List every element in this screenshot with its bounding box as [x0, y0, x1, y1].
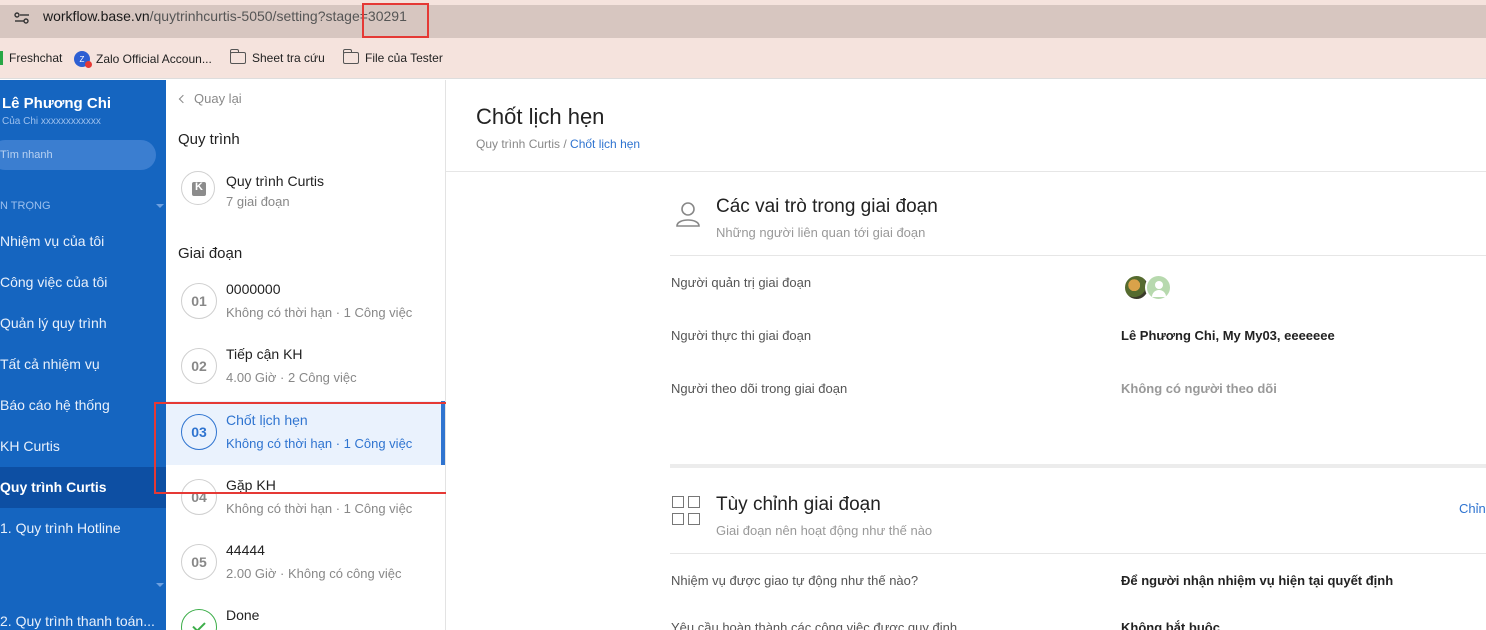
section-divider: [670, 553, 1486, 554]
sidebar-item-kh-curtis[interactable]: KH Curtis: [0, 426, 166, 467]
customize-section-subtitle: Giai đoạn nên hoạt động như thế nào: [716, 523, 933, 538]
browser-address-bar: workflow.base.vn/quytrinhcurtis-5050/set…: [0, 0, 1486, 44]
required-tasks-label: Yêu cầu hoàn thành các công việc được qu…: [671, 620, 958, 630]
stage-title: 0000000: [226, 281, 281, 297]
required-tasks-value: Không bắt buộc: [1121, 620, 1220, 630]
check-icon: [181, 609, 217, 630]
workflow-title[interactable]: Quy trình Curtis: [226, 173, 324, 189]
stage-annotation-box: [154, 402, 478, 494]
stage-admin-label: Người quản trị giai đoạn: [671, 275, 812, 290]
bookmark-label: Freshchat: [9, 51, 63, 65]
freshchat-icon: [0, 51, 3, 65]
stage-number: 01: [181, 283, 217, 319]
stage-item[interactable]: 01 0000000 Không có thời hạn · 1 Công vi…: [166, 270, 445, 334]
stage-number: 05: [181, 544, 217, 580]
stage-title: Tiếp cận KH: [226, 346, 303, 362]
bookmark-label: Sheet tra cứu: [252, 51, 325, 65]
stage-meta: Không có thời hạn · 1 Công việc: [226, 501, 413, 516]
sidebar-item-bao-cao-he-thong[interactable]: Báo cáo hệ thống: [0, 385, 166, 426]
stage-meta: 2.00 Giờ · Không có công việc: [226, 566, 402, 581]
sidebar-item-nhiem-vu-cua-toi[interactable]: Nhiệm vụ của tôi: [0, 221, 166, 262]
stage-list-panel: Quay lại Quy trình Quy trình Curtis 7 gi…: [166, 80, 446, 630]
sidebar-item-tat-ca-nhiem-vu[interactable]: Tất cả nhiệm vụ: [0, 344, 166, 385]
url-annotation-box: [362, 3, 429, 38]
edit-link[interactable]: Chỉn: [1459, 501, 1486, 516]
user-subtitle: Của Chi xxxxxxxxxxxx: [2, 116, 101, 127]
stage-follower-value: Không có người theo dõi: [1121, 381, 1277, 396]
section-divider: [670, 255, 1486, 256]
url-text[interactable]: workflow.base.vn/quytrinhcurtis-5050/set…: [43, 8, 407, 24]
bookmark-sheet-tra-cuu[interactable]: Sheet tra cứu: [229, 49, 325, 65]
stage-meta: 4.00 Giờ · 2 Công việc: [226, 370, 357, 385]
url-host: workflow.base.vn: [43, 8, 150, 24]
roles-section-subtitle: Những người liên quan tới giai đoạn: [716, 225, 926, 240]
stage-item[interactable]: 02 Tiếp cận KH 4.00 Giờ · 2 Công việc: [166, 335, 445, 399]
bookmark-freshchat[interactable]: Freshchat: [0, 51, 62, 65]
sidebar-section-label: N TRỌNG: [0, 200, 51, 212]
user-name[interactable]: Lê Phương Chi: [2, 95, 111, 112]
section-divider-thick: [670, 464, 1486, 468]
stage-settings-main: Chốt lịch hẹn Quy trình Curtis / Chốt lị…: [446, 80, 1486, 630]
customize-section-title: Tùy chỉnh giai đoạn: [716, 494, 881, 515]
bookmark-zalo[interactable]: Z Zalo Official Accoun...: [74, 51, 212, 68]
roles-section-title: Các vai trò trong giai đoạn: [716, 196, 938, 217]
chevron-down-icon[interactable]: [156, 583, 164, 587]
zalo-icon: Z: [74, 51, 92, 68]
stages-heading: Giai đoạn: [178, 245, 243, 262]
workflow-heading: Quy trình: [178, 131, 240, 148]
stage-item[interactable]: 05 44444 2.00 Giờ · Không có công việc: [166, 531, 445, 595]
breadcrumb: Quy trình Curtis / Chốt lịch hẹn: [476, 137, 640, 151]
chevron-left-icon: [178, 94, 188, 103]
bookmark-label: File của Tester: [365, 51, 443, 65]
quick-search-input[interactable]: Tìm nhanh: [0, 140, 156, 170]
sidebar-item-quy-trinh-thanh-toan[interactable]: 2. Quy trình thanh toán...: [0, 601, 166, 630]
workflow-stage-count: 7 giai đoạn: [226, 194, 290, 209]
bookmark-file-tester[interactable]: File của Tester: [342, 49, 443, 65]
quick-search-placeholder: Tìm nhanh: [0, 149, 53, 161]
back-link[interactable]: Quay lại: [178, 91, 242, 106]
page-title: Chốt lịch hẹn: [476, 104, 605, 129]
stage-follower-label: Người theo dõi trong giai đoạn: [671, 381, 848, 396]
bookmarks-bar: Freshchat Z Zalo Official Accoun... Shee…: [0, 44, 1486, 79]
folder-icon: [342, 49, 359, 64]
header-divider: [446, 171, 1486, 172]
grid-icon: [672, 496, 702, 526]
auto-assign-value: Để người nhận nhiệm vụ hiện tại quyết đị…: [1121, 573, 1394, 588]
sidebar-item-quan-ly-quy-trinh[interactable]: Quản lý quy trình: [0, 303, 166, 344]
stage-meta: Không có thời hạn · 1 Công việc: [226, 305, 413, 320]
site-settings-icon[interactable]: [14, 12, 30, 24]
stage-title: Done: [226, 607, 260, 623]
url-path: /quytrinhcurtis-5050/setting?stage: [149, 8, 360, 24]
back-label: Quay lại: [194, 91, 242, 106]
stage-executor-label: Người thực thi giai đoạn: [671, 328, 812, 343]
app-sidebar: Lê Phương Chi Của Chi xxxxxxxxxxxx Tìm n…: [0, 80, 166, 630]
person-icon: [676, 202, 700, 227]
breadcrumb-root[interactable]: Quy trình Curtis: [476, 137, 560, 151]
sidebar-item-quy-trinh-curtis[interactable]: Quy trình Curtis: [0, 467, 166, 508]
auto-assign-label: Nhiệm vụ được giao tự động như thế nào?: [671, 573, 919, 588]
avatar[interactable]: [1145, 274, 1172, 301]
stage-title: 44444: [226, 542, 265, 558]
breadcrumb-current: Chốt lịch hẹn: [570, 137, 641, 151]
workflow-icon: [181, 171, 215, 205]
chevron-down-icon[interactable]: [156, 204, 164, 208]
stage-item-done[interactable]: Done: [166, 596, 445, 630]
folder-icon: [229, 49, 246, 64]
sidebar-item-quy-trinh-hotline[interactable]: 1. Quy trình Hotline: [0, 508, 166, 549]
sidebar-item-cong-viec-cua-toi[interactable]: Công việc của tôi: [0, 262, 166, 303]
stage-executor-value: Lê Phương Chi, My My03, eeeeeee: [1121, 328, 1335, 343]
breadcrumb-separator: /: [560, 137, 571, 151]
stage-number: 02: [181, 348, 217, 384]
bookmark-label: Zalo Official Accoun...: [96, 52, 212, 66]
